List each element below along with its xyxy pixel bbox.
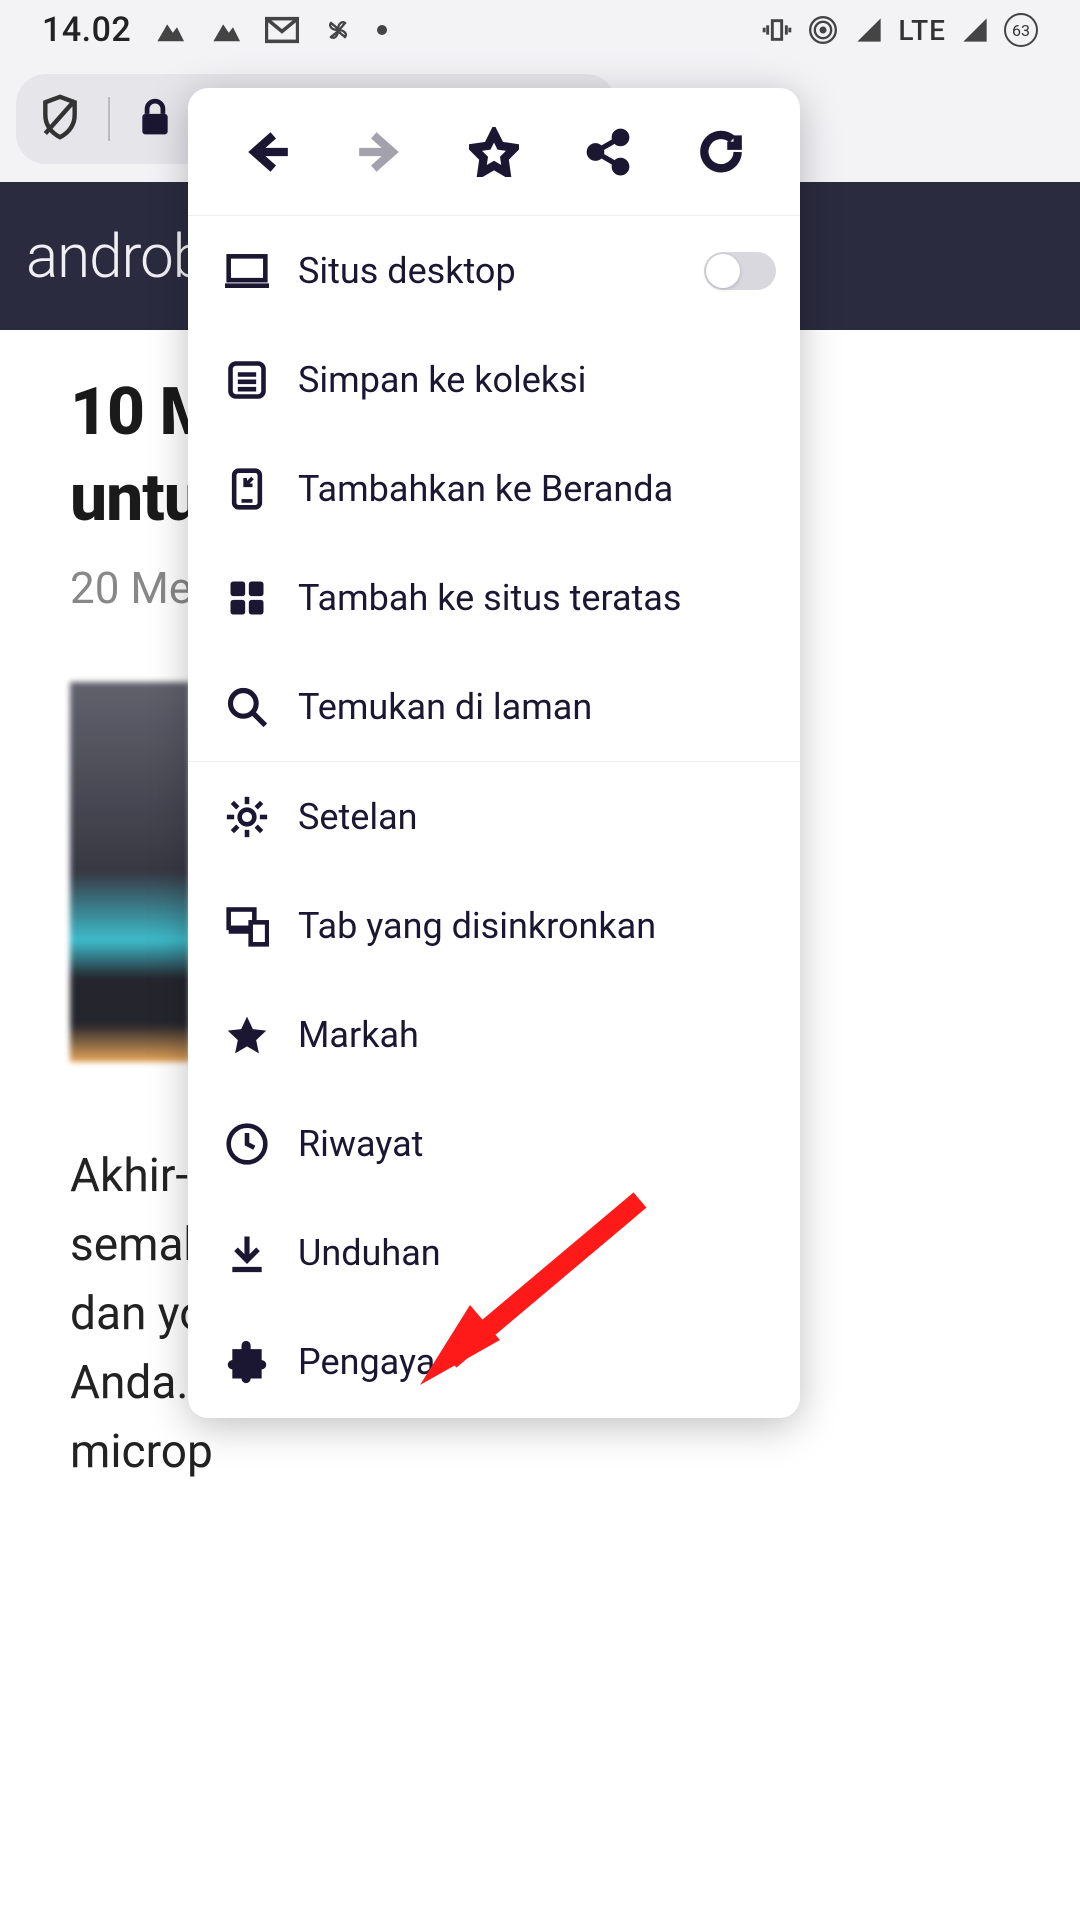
clock: 14.02 (42, 10, 131, 50)
menu-item-label: Markah (282, 1014, 776, 1056)
menu-item-label: Tab yang disinkronkan (282, 905, 776, 947)
article-image (70, 682, 190, 1062)
menu-item-label: Situs desktop (282, 250, 704, 292)
battery-level: 63 (1012, 21, 1030, 40)
share-button[interactable] (576, 120, 640, 184)
top-sites-icon (212, 576, 282, 620)
menu-item-label: Simpan ke koleksi (282, 359, 776, 401)
browser-menu: Situs desktop Simpan ke koleksi Tambahka… (188, 88, 800, 1418)
forward-button[interactable] (348, 120, 412, 184)
menu-item-add-top-sites[interactable]: Tambah ke situs teratas (188, 543, 800, 652)
menu-item-label: Unduhan (282, 1232, 776, 1274)
status-bar: 14.02 LTE 63 (0, 0, 1080, 60)
tracking-protection-icon[interactable] (38, 93, 82, 145)
star-filled-icon (212, 1013, 282, 1057)
synced-tabs-icon (212, 904, 282, 948)
puzzle-icon (212, 1340, 282, 1384)
desktop-site-toggle[interactable] (704, 252, 776, 290)
lock-icon[interactable] (136, 96, 174, 142)
menu-item-desktop-site[interactable]: Situs desktop (188, 216, 800, 325)
network-type: LTE (898, 14, 946, 47)
hotspot-icon (806, 16, 840, 44)
mountain-icon (209, 16, 243, 44)
signal-icon (852, 16, 886, 44)
menu-item-addons[interactable]: Pengaya (188, 1307, 800, 1416)
clock-icon (212, 1122, 282, 1166)
battery-indicator: 63 (1004, 13, 1038, 47)
menu-item-downloads[interactable]: Unduhan (188, 1198, 800, 1307)
menu-item-synced-tabs[interactable]: Tab yang disinkronkan (188, 871, 800, 980)
menu-item-history[interactable]: Riwayat (188, 1089, 800, 1198)
menu-item-label: Tambah ke situs teratas (282, 577, 776, 619)
menu-section-app: Setelan Tab yang disinkronkan Markah Riw… (188, 762, 800, 1416)
collection-icon (212, 358, 282, 402)
menu-item-label: Pengaya (282, 1341, 776, 1383)
gear-icon (212, 795, 282, 839)
menu-item-label: Riwayat (282, 1123, 776, 1165)
menu-item-save-collection[interactable]: Simpan ke koleksi (188, 325, 800, 434)
bookmark-button[interactable] (462, 120, 526, 184)
pinwheel-icon (321, 16, 355, 44)
menu-item-find-in-page[interactable]: Temukan di laman (188, 652, 800, 761)
desktop-icon (212, 249, 282, 293)
menu-section-page: Situs desktop Simpan ke koleksi Tambahka… (188, 216, 800, 762)
mail-icon (265, 16, 299, 44)
signal-icon (958, 16, 992, 44)
reload-button[interactable] (689, 120, 753, 184)
add-to-home-icon (212, 467, 282, 511)
brand-logo: androb (26, 221, 205, 292)
menu-item-label: Tambahkan ke Beranda (282, 468, 776, 510)
menu-nav-row (188, 88, 800, 216)
headline-text-2: untu (70, 460, 200, 537)
download-icon (212, 1231, 282, 1275)
divider (108, 97, 110, 141)
menu-item-add-home[interactable]: Tambahkan ke Beranda (188, 434, 800, 543)
menu-item-bookmarks[interactable]: Markah (188, 980, 800, 1089)
menu-item-label: Temukan di laman (282, 686, 776, 728)
mountain-icon (153, 16, 187, 44)
back-button[interactable] (235, 120, 299, 184)
more-notifications-dot (377, 25, 387, 35)
menu-item-label: Setelan (282, 796, 776, 838)
menu-item-settings[interactable]: Setelan (188, 762, 800, 871)
search-icon (212, 685, 282, 729)
vibrate-icon (760, 16, 794, 44)
